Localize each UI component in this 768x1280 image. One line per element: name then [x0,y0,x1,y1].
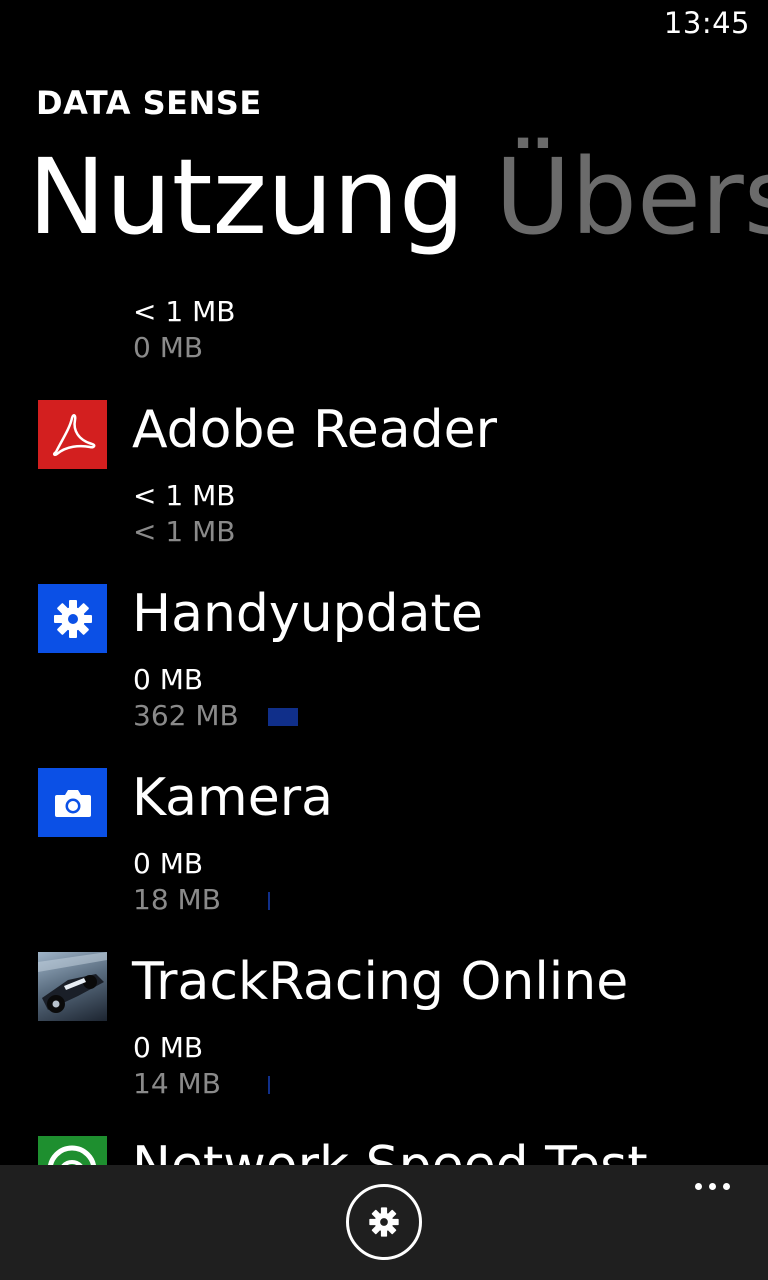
gear-icon [369,1207,399,1237]
app-name: Handyupdate [132,584,483,644]
app-bar [0,1165,768,1280]
pivot-tab-next[interactable]: Übers [495,136,768,258]
cellular-usage: 0 MB [133,663,204,696]
adobe-reader-icon [38,400,107,469]
usage-bar [268,892,270,910]
racing-car-icon [38,952,107,1021]
more-dots-icon[interactable] [695,1183,730,1190]
pivot-header: Nutzung Übers [28,132,768,262]
app-name: Network Speed Test [132,1128,648,1165]
camera-icon [38,768,107,837]
app-name: Adobe Reader [132,400,498,460]
wifi-usage: 362 MB [133,699,239,732]
pivot-tab-active[interactable]: Nutzung [28,136,465,258]
speedometer-icon [38,1136,107,1165]
cellular-usage: 0 MB [133,847,204,880]
gear-icon [38,584,107,653]
status-time: 13:45 [663,6,750,40]
wifi-usage: 14 MB [133,1067,221,1100]
app-usage-list: < 1 MB 0 MB Adobe Reader < 1 MB < 1 MB H… [0,296,768,1165]
cellular-usage: < 1 MB [133,479,236,512]
app-title: DATA SENSE [36,84,262,122]
dot [709,1183,716,1190]
wifi-usage: < 1 MB [133,515,236,548]
app-name: TrackRacing Online [132,952,629,1012]
usage-bar [268,708,298,726]
app-name: Kamera [132,768,333,828]
wifi-usage: 18 MB [133,883,221,916]
usage-bar [268,1076,270,1094]
settings-button[interactable] [346,1184,422,1260]
cellular-usage: < 1 MB [133,296,236,328]
cellular-usage: 0 MB [133,1031,204,1064]
dot [695,1183,702,1190]
wifi-usage: 0 MB [133,331,204,364]
dot [723,1183,730,1190]
